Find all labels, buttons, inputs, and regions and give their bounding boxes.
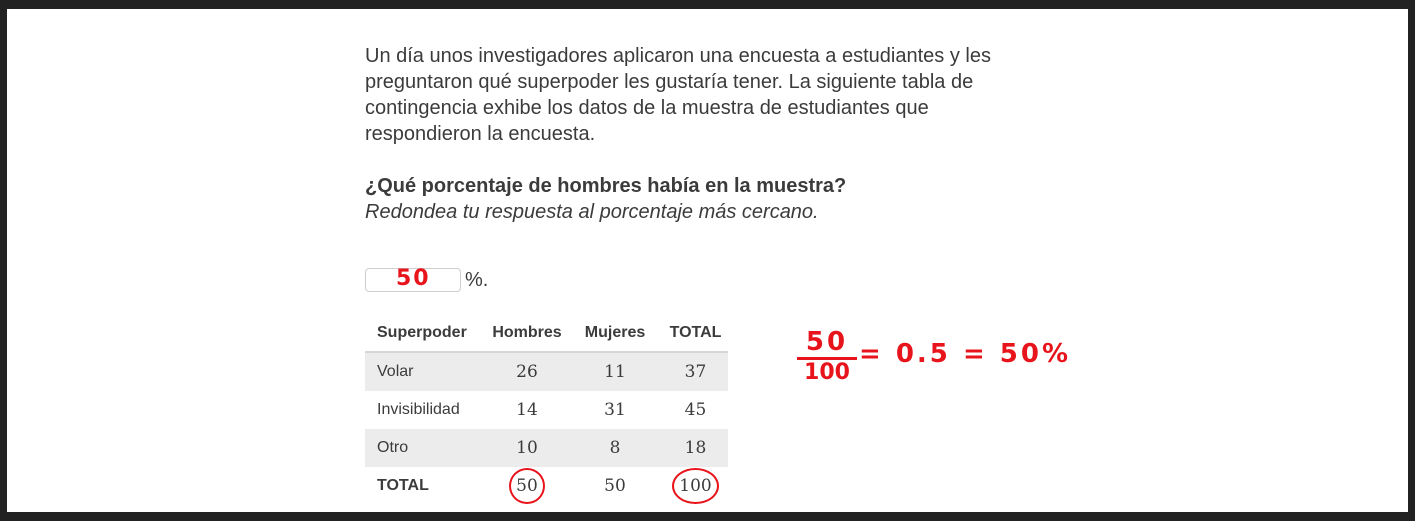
table-header-row: Superpoder Hombres Mujeres TOTAL (365, 315, 728, 353)
question-text: ¿Qué porcentaje de hombres había en la m… (365, 175, 847, 197)
cell-value: 8 (567, 429, 663, 467)
fraction-denominator: 100 (804, 360, 850, 385)
cell-value: 18 (663, 429, 728, 467)
handwritten-fraction: 50 100 (797, 329, 857, 384)
table-row: Invisibilidad 14 31 45 (365, 391, 728, 429)
answer-input[interactable]: 50 (365, 266, 461, 292)
cell-value: 26 (487, 352, 567, 391)
percent-unit: %. (465, 268, 489, 291)
header-mujeres: Mujeres (567, 315, 663, 353)
table-row: Otro 10 8 18 (365, 429, 728, 467)
answer-row: 50 %. (365, 266, 489, 292)
rounding-hint: Redondea tu respuesta al porcentaje más … (365, 201, 819, 223)
problem-statement: Un día unos investigadores aplicaron una… (365, 45, 991, 145)
cell-value: 50 (487, 467, 567, 505)
table-row: Volar 26 11 37 (365, 352, 728, 391)
row-label: TOTAL (377, 477, 429, 494)
circled-grand-total: 100 (672, 468, 720, 504)
row-label: Otro (365, 429, 487, 467)
circled-hombres-total: 50 (509, 468, 545, 504)
cell-value: 45 (684, 400, 707, 420)
row-label: Volar (365, 352, 487, 391)
cell-value: 37 (663, 352, 728, 391)
cell-value: 50 (604, 476, 626, 496)
cell-value: 31 (604, 400, 626, 420)
handwritten-answer: 50 (396, 266, 431, 291)
cell-value: 10 (487, 429, 567, 467)
row-label: Invisibilidad (377, 401, 460, 418)
exercise-content: Un día unos investigadores aplicaron una… (365, 43, 1045, 504)
header-superpoder: Superpoder (365, 315, 487, 353)
handwritten-result: = 0.5 = 50% (859, 339, 1072, 369)
table-total-row: TOTAL 50 50 100 (365, 467, 728, 505)
cell-value: 14 (516, 400, 538, 420)
contingency-table: Superpoder Hombres Mujeres TOTAL Volar 2… (365, 315, 728, 505)
fraction-numerator: 50 (805, 327, 849, 357)
header-total: TOTAL (663, 315, 728, 353)
header-hombres: Hombres (487, 315, 567, 353)
cell-value: 100 (663, 467, 728, 505)
exercise-panel: Un día unos investigadores aplicaron una… (7, 9, 1408, 512)
cell-value: 11 (567, 352, 663, 391)
